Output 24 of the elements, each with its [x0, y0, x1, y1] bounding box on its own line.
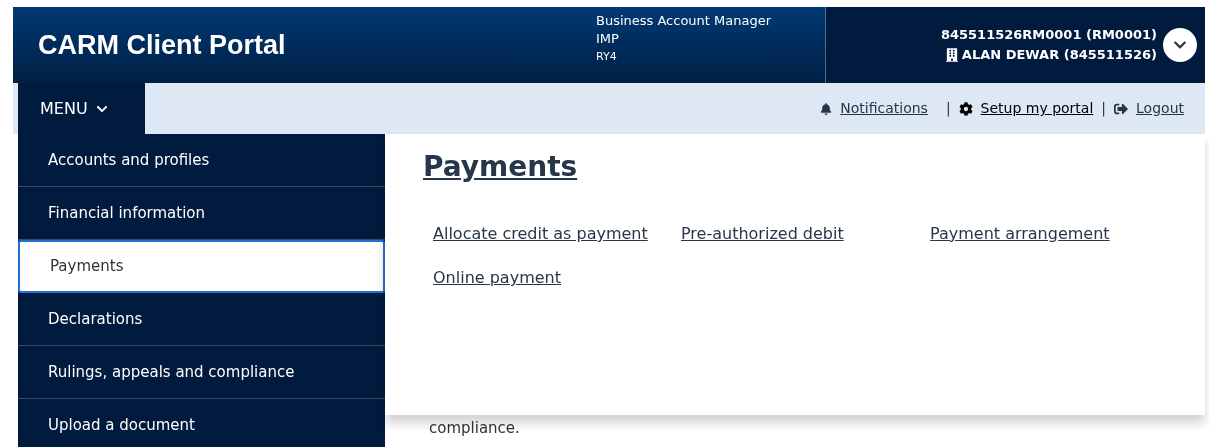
separator: |: [945, 99, 951, 119]
role-text: RY4: [596, 49, 618, 65]
separator: |: [1101, 99, 1107, 119]
page-text: compliance.: [428, 418, 521, 439]
submenu-link[interactable]: Allocate credit as payment: [433, 222, 681, 246]
menu-item[interactable]: Payments: [18, 240, 385, 293]
role-text: Business Account Manager: [596, 12, 773, 30]
nav-link[interactable]: Notifications: [820, 98, 928, 119]
menu-button[interactable]: MENU: [18, 83, 145, 134]
submenu-heading[interactable]: Payments: [423, 150, 578, 183]
business-name: ALAN DEWAR (845511526): [961, 46, 1157, 64]
logout-icon: [1114, 101, 1129, 116]
portal-title: CARM Client Portal: [38, 28, 286, 62]
account-number: 845511526RM0001 (RM0001): [940, 26, 1157, 44]
submenu-link[interactable]: Online payment: [433, 266, 681, 290]
role-text: IMP: [596, 30, 620, 48]
account-dropdown-button[interactable]: [1163, 28, 1197, 62]
nav-link[interactable]: Setup my portal: [958, 98, 1094, 119]
submenu-link[interactable]: Payment arrangement: [930, 222, 1180, 246]
building-icon: [945, 48, 958, 62]
submenu-link[interactable]: Pre-authorized debit: [681, 222, 930, 246]
nav-link[interactable]: Logout: [1114, 98, 1184, 119]
settings-icon: [958, 101, 973, 116]
bell-icon: [820, 102, 833, 115]
